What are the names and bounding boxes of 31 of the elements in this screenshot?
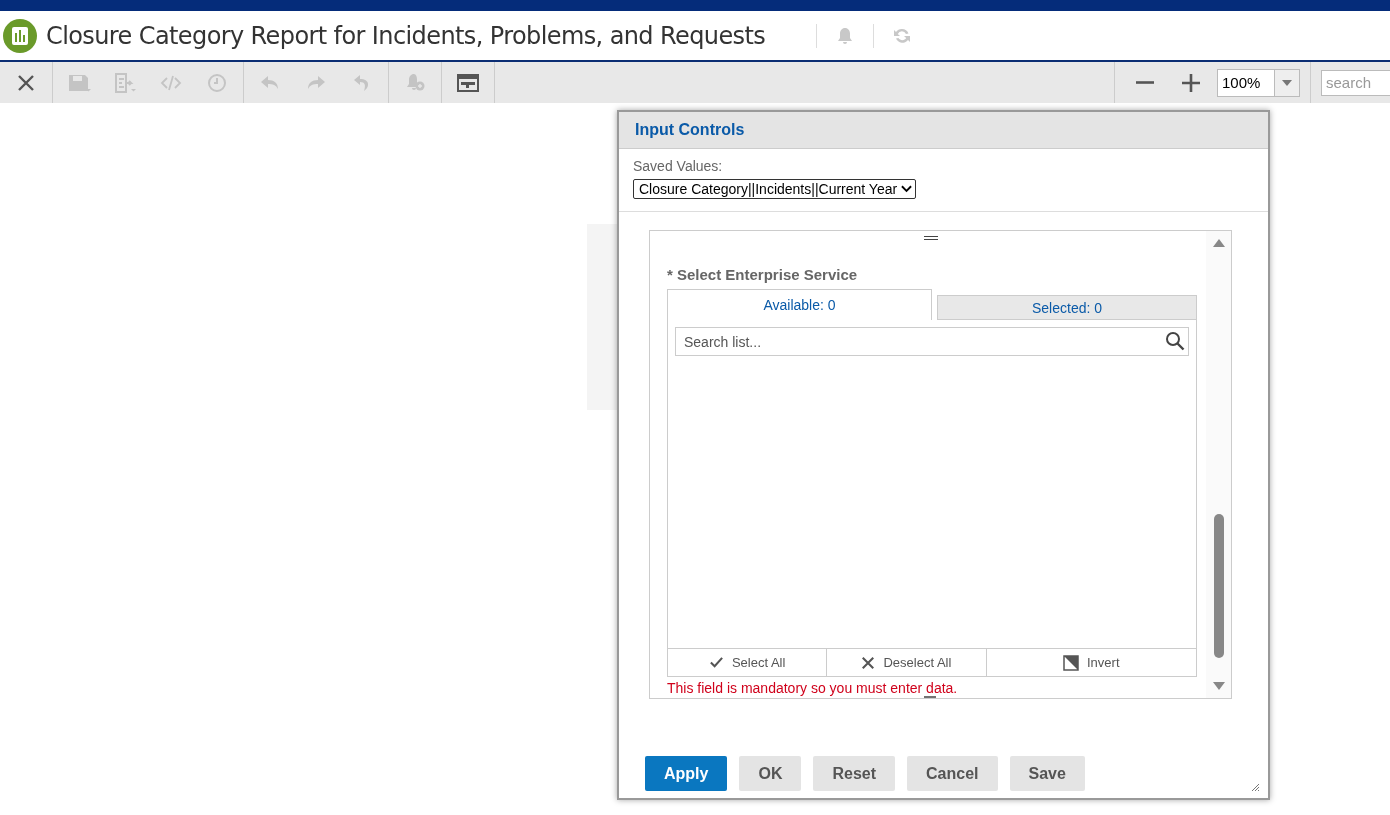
cross-icon	[861, 655, 876, 670]
search-list-field[interactable]: Search list...	[675, 327, 1189, 356]
scrollbar-thumb[interactable]	[1213, 514, 1224, 658]
scroll-down-icon[interactable]	[1212, 682, 1225, 690]
invert-icon	[1063, 654, 1079, 671]
checkmark-icon	[708, 655, 724, 670]
dialog-button[interactable]: OK	[739, 756, 802, 791]
dialog-title: Input Controls	[635, 121, 745, 139]
saved-values-label: Saved Values:	[633, 158, 723, 174]
search-field[interactable]: search	[1321, 69, 1390, 96]
apply-button[interactable]: Apply	[645, 756, 728, 791]
drag-handle-icon[interactable]	[924, 236, 938, 240]
dialog-button[interactable]: Reset	[813, 756, 896, 791]
document-arrow-icon	[113, 70, 137, 95]
list-tab[interactable]: Selected: 0	[937, 295, 1197, 320]
bell-icon[interactable]	[835, 25, 855, 46]
minus-icon	[1136, 81, 1154, 84]
resize-handle-icon[interactable]	[924, 696, 936, 698]
list-tab[interactable]: Available: 0	[667, 289, 932, 320]
search-icon[interactable]	[1165, 331, 1185, 351]
dialog-button[interactable]: Cancel	[907, 756, 998, 791]
scroll-up-icon[interactable]	[1212, 239, 1225, 247]
zoom-field[interactable]: 100%	[1217, 68, 1300, 97]
resize-grip-icon[interactable]	[1250, 782, 1260, 792]
report-title: Closure Category Report for Incidents, Problems, and Requests	[46, 21, 767, 50]
dialog-button[interactable]: Save	[1009, 756, 1085, 791]
saved-values-dropdown[interactable]: Closure Category||Incidents||Current Year	[633, 179, 917, 199]
chevron-down-icon	[901, 185, 913, 193]
error-message: This field is mandatory so you must enter data.	[667, 680, 959, 696]
caret-icon	[1282, 79, 1292, 86]
control-label: * Select Enterprise Service	[667, 266, 859, 283]
